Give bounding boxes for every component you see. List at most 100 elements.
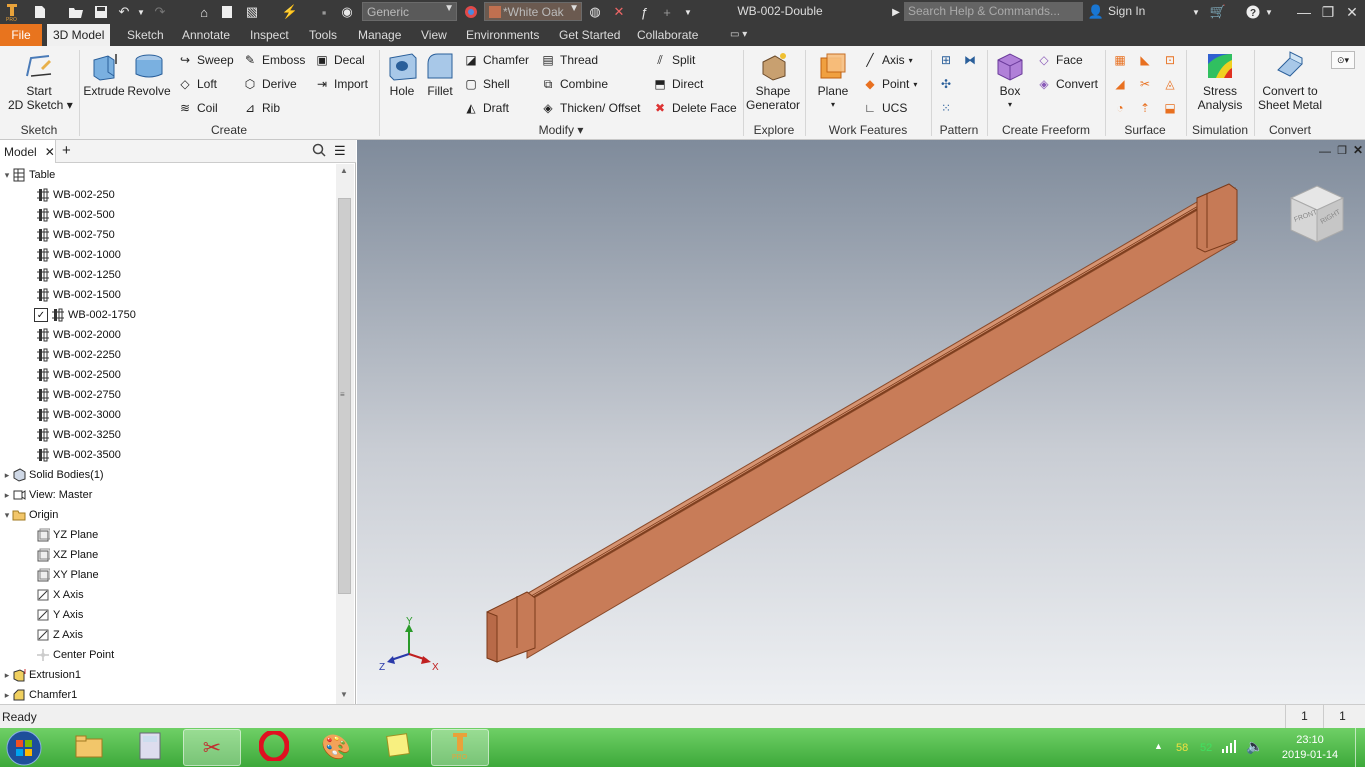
sign-in-link[interactable]: Sign In <box>1108 4 1145 18</box>
material-combo[interactable]: *White Oak ▼ <box>484 2 582 21</box>
home-icon[interactable]: ⌂ <box>195 3 213 21</box>
tray-value-2[interactable]: 52 <box>1200 742 1212 754</box>
combine-button[interactable]: ⧉ Combine <box>540 75 608 93</box>
table-row[interactable]: WB-002-3000 <box>36 405 121 425</box>
sweep-button[interactable]: ↪ Sweep <box>177 51 234 69</box>
table-row[interactable]: WB-002-2750 <box>36 385 121 405</box>
table-row[interactable]: WB-002-2250 <box>36 345 121 365</box>
taskbar-paint[interactable]: 🎨 <box>307 729 365 766</box>
thread-button[interactable]: ▤ Thread <box>540 51 598 69</box>
emboss-button[interactable]: ✎ Emboss <box>242 51 305 69</box>
split-button[interactable]: ⫽ Split <box>652 51 695 69</box>
tab-collaborate[interactable]: Collaborate <box>631 24 704 46</box>
boundary-patch-button[interactable]: ◔ <box>1112 99 1128 117</box>
start-button[interactable] <box>4 729 44 766</box>
select-icon[interactable]: ▧ <box>242 3 262 21</box>
freeform-box-button[interactable]: Box ▾ <box>990 50 1030 112</box>
shape-generator-button[interactable]: Shape Generator <box>745 50 801 112</box>
delete-face-button[interactable]: ✖ Delete Face <box>652 99 737 117</box>
menu-icon[interactable]: ☰ <box>334 143 346 159</box>
user-icon[interactable]: 👤 <box>1088 3 1104 21</box>
table-row[interactable]: WB-002-2000 <box>36 325 121 345</box>
redo-icon[interactable]: ↷ <box>150 3 170 21</box>
measure-icon[interactable]: ▪ <box>314 3 334 21</box>
tray-expand-icon[interactable]: ▲ <box>1154 741 1163 751</box>
collapse-icon[interactable]: ▾ <box>2 170 12 181</box>
properties-icon[interactable] <box>218 3 236 21</box>
circular-pattern-button[interactable]: ✣ <box>938 75 954 93</box>
update-icon[interactable]: ⚡ <box>280 3 300 21</box>
import-button[interactable]: ⇥ Import <box>314 75 368 93</box>
close-tab-icon[interactable]: ✕ <box>45 145 55 159</box>
tree-node-solid-bodies[interactable]: ▸ Solid Bodies(1) <box>2 465 104 485</box>
plus-icon[interactable]: + <box>658 3 676 21</box>
scroll-down-icon[interactable]: ▼ <box>340 690 348 699</box>
sculpt-button[interactable]: ⊡ <box>1162 51 1178 69</box>
mirror-button[interactable]: ⧓ <box>962 51 978 69</box>
close-icon[interactable]: ✕ <box>1340 2 1364 22</box>
table-row[interactable]: WB-002-500 <box>36 205 115 225</box>
scroll-up-icon[interactable]: ▲ <box>340 166 348 175</box>
hole-button[interactable]: Hole <box>384 50 420 98</box>
revolve-button[interactable]: Revolve <box>126 50 172 98</box>
show-desktop-button[interactable] <box>1355 728 1365 767</box>
replace-face-button[interactable]: ⇡ <box>1137 99 1153 117</box>
derive-button[interactable]: ⬡ Derive <box>242 75 297 93</box>
table-row[interactable]: WB-002-3500 <box>36 445 121 465</box>
table-row[interactable]: WB-002-1250 <box>36 265 121 285</box>
search-icon[interactable] <box>312 143 326 160</box>
browser-tab-model[interactable]: Model ✕ <box>0 140 56 163</box>
origin-item[interactable]: X Axis <box>36 585 84 605</box>
shell-button[interactable]: ▢ Shell <box>463 75 509 93</box>
stress-analysis-button[interactable]: Stress Analysis <box>1190 50 1250 112</box>
origin-item[interactable]: YZ Plane <box>36 525 98 545</box>
save-icon[interactable] <box>92 3 110 21</box>
expand-icon[interactable]: ▸ <box>2 690 12 701</box>
loft-button[interactable]: ◇ Loft <box>177 75 217 93</box>
expand-icon[interactable]: ▸ <box>2 670 12 681</box>
tab-tools[interactable]: Tools <box>303 24 343 46</box>
table-row[interactable]: ✓ WB-002-1750 <box>34 305 136 325</box>
clear-appearance-icon[interactable]: ✕ <box>610 3 628 21</box>
taskbar-inventor[interactable]: PRO <box>431 729 489 766</box>
taskbar-sticky-notes[interactable] <box>369 729 427 766</box>
restore-icon[interactable]: ❐ <box>1316 2 1340 22</box>
ribbon-display-options-button[interactable]: ⊙▾ <box>1331 51 1355 69</box>
tab-annotate[interactable]: Annotate <box>176 24 236 46</box>
thicken-surface-button[interactable]: ▦ <box>1112 51 1128 69</box>
table-row[interactable]: WB-002-250 <box>36 185 115 205</box>
help-search-input[interactable]: Search Help & Commands... <box>904 2 1083 21</box>
tab-environments[interactable]: Environments <box>460 24 545 46</box>
table-row[interactable]: WB-002-1000 <box>36 245 121 265</box>
origin-item[interactable]: XY Plane <box>36 565 99 585</box>
color-wheel-icon[interactable] <box>462 3 480 21</box>
taskbar-snipping-tool[interactable]: ✂ <box>183 729 241 766</box>
direct-button[interactable]: ⬒ Direct <box>652 75 703 93</box>
tree-node-view-master[interactable]: ▸ View: Master <box>2 485 93 505</box>
face-button[interactable]: ◇ Face <box>1036 51 1082 69</box>
graphics-viewport[interactable]: — ❐ ✕ FRONT RIGHT Y Z X <box>357 140 1365 704</box>
stitch-button[interactable]: ◣ <box>1137 51 1153 69</box>
network-icon[interactable] <box>1222 739 1238 756</box>
rib-button[interactable]: ⊿ Rib <box>242 99 280 117</box>
decal-button[interactable]: ▣ Decal <box>314 51 364 69</box>
new-icon[interactable] <box>30 3 50 21</box>
panel-label-modify[interactable]: Modify ▾ <box>380 123 742 137</box>
tab-3d-model[interactable]: 3D Model <box>47 24 111 46</box>
ucs-button[interactable]: ∟ UCS <box>862 99 907 117</box>
thicken-offset-button[interactable]: ◈ Thicken/ Offset <box>540 99 640 117</box>
tab-view[interactable]: View <box>415 24 453 46</box>
expand-icon[interactable]: ▸ <box>2 470 12 481</box>
origin-item[interactable]: Z Axis <box>36 625 83 645</box>
help-dropdown-icon[interactable]: ▼ <box>1264 3 1274 21</box>
expand-icon[interactable]: ▸ <box>2 490 12 501</box>
taskbar-calculator[interactable] <box>121 729 179 766</box>
origin-item[interactable]: Center Point <box>36 645 114 665</box>
table-row[interactable]: WB-002-3250 <box>36 425 121 445</box>
rectangular-pattern-button[interactable]: ⊞ <box>938 51 954 69</box>
extend-button[interactable]: ◬ <box>1162 75 1178 93</box>
collapse-icon[interactable]: ▾ <box>2 510 12 521</box>
browser-scrollbar[interactable]: ▲ ≡ ▼ <box>336 164 354 704</box>
origin-item[interactable]: XZ Plane <box>36 545 98 565</box>
help-icon[interactable]: ? <box>1244 3 1262 21</box>
